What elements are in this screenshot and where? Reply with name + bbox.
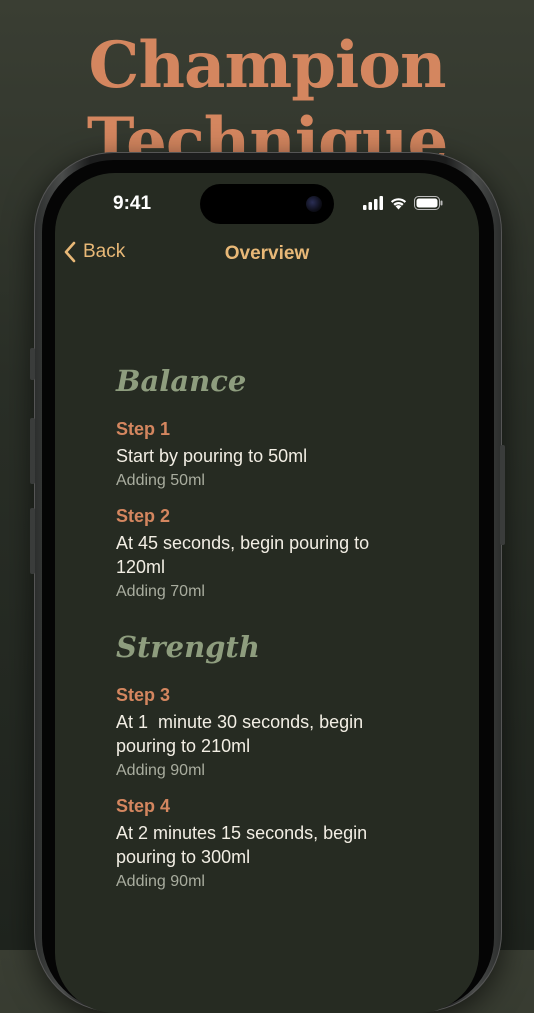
promo-headline-line1: Champion: [88, 28, 447, 103]
step-description: At 2 minutes 15 seconds, begin pouring t…: [116, 823, 368, 867]
step-description: Start by pouring to 50ml: [116, 446, 308, 466]
step-label: Step 1: [116, 419, 171, 439]
section-title-strength: Strength: [116, 630, 260, 664]
steps-content: Balance Step 1 Start by pouring to 50ml …: [116, 363, 406, 905]
battery-icon: [414, 196, 443, 210]
dynamic-island: [200, 184, 334, 224]
signal-icon: [363, 196, 383, 210]
step-label: Step 4: [116, 796, 171, 816]
step-adding: Adding 90ml: [116, 762, 205, 779]
power-button: [500, 445, 505, 545]
step-item: Step 4 At 2 minutes 15 seconds, begin po…: [116, 794, 406, 893]
status-time: 9:41: [113, 193, 152, 214]
action-button: [30, 348, 35, 380]
step-label: Step 2: [116, 506, 171, 526]
camera-icon: [306, 196, 322, 212]
phone-screen: 9:41 Back Overview Balance Step 1 Start …: [55, 173, 479, 1013]
wifi-icon: [390, 198, 407, 210]
step-item: Step 3 At 1 minute 30 seconds, begin pou…: [116, 683, 406, 782]
step-adding: Adding 70ml: [116, 583, 205, 600]
volume-down-button: [30, 508, 35, 574]
step-adding: Adding 90ml: [116, 873, 205, 890]
step-description: At 45 seconds, begin pouring to 120ml: [116, 533, 370, 577]
section-title-balance: Balance: [116, 364, 247, 398]
nav-title: Overview: [224, 243, 310, 264]
volume-up-button: [30, 418, 35, 484]
status-icons: [363, 196, 443, 210]
step-label: Step 3: [116, 685, 171, 705]
step-adding: Adding 50ml: [116, 472, 205, 489]
step-item: Step 1 Start by pouring to 50ml Adding 5…: [116, 417, 406, 492]
step-item: Step 2 At 45 seconds, begin pouring to 1…: [116, 504, 406, 603]
step-description: At 1 minute 30 seconds, begin pouring to…: [116, 712, 369, 756]
